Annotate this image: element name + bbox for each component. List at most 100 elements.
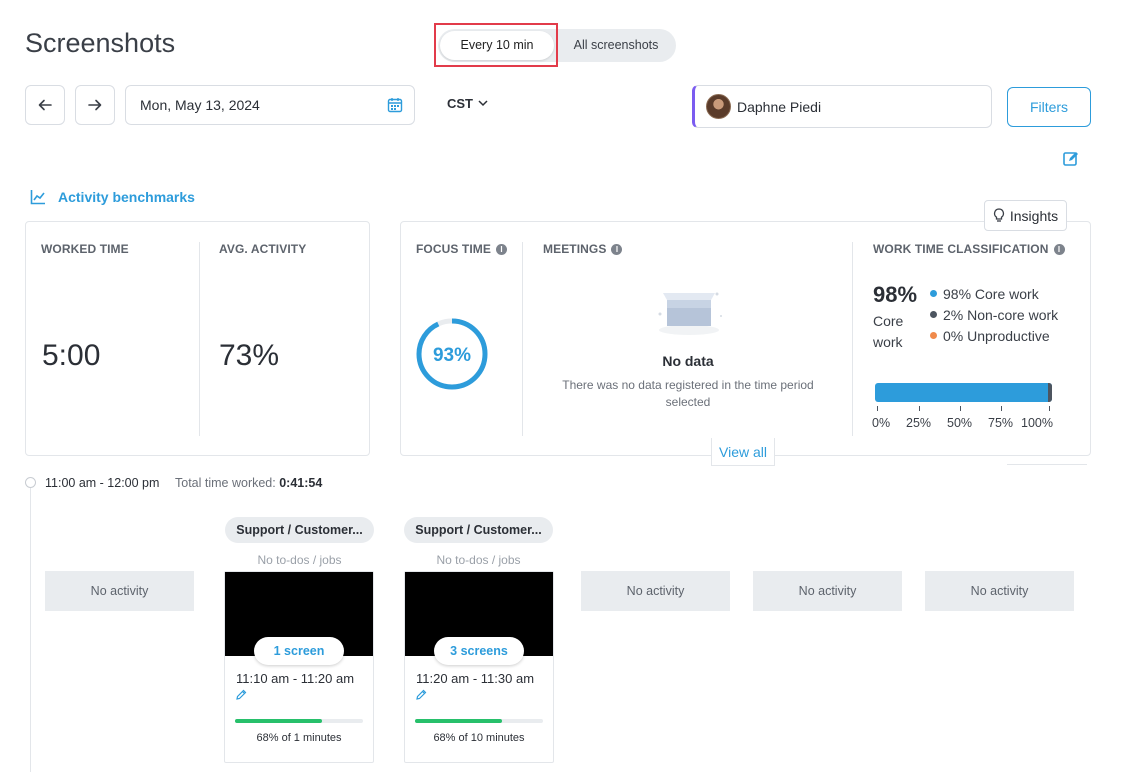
calendar-icon[interactable]	[387, 97, 403, 113]
total-value: 0:41:54	[279, 476, 323, 490]
total-label: Total time worked:	[175, 476, 276, 490]
timeline-range: 11:00 am - 12:00 pm	[45, 476, 160, 490]
todo-text: No to-dos / jobs	[257, 553, 342, 567]
view-all-button[interactable]: View all	[711, 438, 775, 466]
info-icon[interactable]: i	[496, 243, 507, 255]
avatar	[706, 94, 731, 119]
prev-date-button[interactable]	[25, 85, 65, 125]
project-pill[interactable]: Support / Customer...	[404, 517, 553, 543]
legend-item-noncore: 2% Non-core work	[930, 304, 1058, 325]
tick-mark	[960, 406, 961, 411]
tick-mark	[919, 406, 920, 411]
avg-activity-label: AVG. ACTIVITY	[219, 242, 307, 256]
insights-button[interactable]: Insights	[984, 200, 1067, 231]
meetings-label: MEETINGS	[543, 242, 607, 256]
legend-item-core: 98% Core work	[930, 283, 1058, 304]
legend-label: 2% Non-core work	[943, 306, 1059, 323]
meetings-nodata-title: No data	[662, 353, 714, 369]
screens-count-button[interactable]: 3 screens	[434, 637, 524, 665]
legend-dot	[930, 332, 937, 339]
no-activity-slot: No activity	[925, 571, 1074, 611]
legend-label: 98% Core work	[943, 285, 1039, 302]
activity-progress	[235, 719, 363, 723]
project-pill[interactable]: Support / Customer...	[225, 517, 374, 543]
avg-activity-value: 73%	[219, 339, 280, 372]
activity-benchmarks-label: Activity benchmarks	[58, 189, 195, 205]
wtc-pct: 98%	[873, 282, 918, 307]
info-icon[interactable]: i	[1053, 243, 1065, 255]
wtc-header: WORK TIME CLASSIFICATION i	[873, 242, 1065, 256]
legend-dot	[930, 311, 937, 318]
tick-mark	[1049, 406, 1050, 411]
focus-time-pct: 93%	[433, 345, 471, 366]
chevron-down-icon	[478, 100, 488, 107]
wtc-sub-1: Core	[873, 313, 904, 329]
pencil-icon[interactable]	[415, 689, 427, 701]
tick-label: 25%	[906, 416, 932, 430]
page-title: Screenshots	[25, 28, 176, 58]
date-value: Mon, May 13, 2024	[140, 97, 260, 113]
worked-time-value: 5:00	[42, 339, 101, 372]
no-activity-slot: No activity	[753, 571, 902, 611]
no-activity-slot: No activity	[45, 571, 194, 611]
activity-benchmarks-link[interactable]: Activity benchmarks	[30, 189, 195, 205]
edit-icon[interactable]	[1062, 150, 1080, 168]
activity-progress	[415, 719, 543, 723]
activity-text: 68% of 10 minutes	[433, 732, 525, 744]
date-picker[interactable]: Mon, May 13, 2024	[125, 85, 415, 125]
user-select[interactable]: Daphne Piedi	[692, 85, 992, 128]
tick-label: 0%	[872, 416, 891, 430]
arrow-left-icon	[38, 99, 52, 111]
lightbulb-icon	[993, 208, 1004, 222]
worked-time-label: WORKED TIME	[41, 242, 129, 256]
pencil-icon[interactable]	[235, 689, 247, 701]
highlight-box	[434, 23, 558, 67]
focus-time-header: FOCUS TIME i	[416, 242, 507, 256]
timeline-line	[30, 486, 31, 772]
wtc-bar	[875, 383, 1052, 402]
chart-line-icon	[30, 190, 45, 205]
slot-time: 11:10 am - 11:20 am	[236, 671, 355, 686]
divider	[522, 242, 523, 436]
meetings-nodata-sub: There was no data registered in the time…	[562, 378, 814, 409]
next-date-button[interactable]	[75, 85, 115, 125]
activity-text: 68% of 1 minutes	[256, 732, 342, 744]
slot-time: 11:20 am - 11:30 am	[416, 671, 535, 686]
timeline-dot	[25, 477, 36, 488]
insights-label: Insights	[1009, 207, 1059, 224]
filters-button[interactable]: Filters	[1007, 87, 1091, 127]
activity-progress-fill	[235, 719, 323, 723]
divider	[199, 242, 200, 436]
divider	[1007, 464, 1087, 465]
timeline-total: Total time worked: 0:41:54	[175, 476, 322, 490]
wtc-label: WORK TIME CLASSIFICATION	[873, 242, 1049, 256]
tick-mark	[1001, 406, 1002, 411]
divider	[852, 242, 853, 436]
screens-count-button[interactable]: 1 screen	[254, 637, 344, 665]
focus-time-label: FOCUS TIME	[416, 242, 491, 256]
toggle-all-screenshots[interactable]: All screenshots	[560, 29, 672, 62]
legend-item-unproductive: 0% Unproductive	[930, 325, 1058, 346]
screenshot-card: 3 screens 11:20 am - 11:30 am 68% of 10 …	[404, 571, 554, 763]
legend-label: 0% Unproductive	[943, 327, 1050, 344]
info-icon[interactable]: i	[611, 243, 623, 255]
focus-time-donut: 93%	[416, 318, 488, 390]
worked-time-card: WORKED TIME 5:00 AVG. ACTIVITY 73%	[25, 221, 370, 456]
empty-box-icon	[658, 292, 722, 335]
legend-dot	[930, 290, 937, 297]
tick-label: 50%	[947, 416, 973, 430]
no-activity-slot: No activity	[581, 571, 730, 611]
meetings-header: MEETINGS i	[543, 242, 623, 256]
timezone-value: CST	[447, 96, 473, 111]
user-name: Daphne Piedi	[737, 98, 822, 115]
timezone-select[interactable]: CST	[447, 96, 488, 111]
tick-label: 100%	[1021, 416, 1053, 430]
arrow-right-icon	[88, 99, 102, 111]
screenshot-card: 1 screen 11:10 am - 11:20 am 68% of 1 mi…	[224, 571, 374, 763]
activity-progress-fill	[415, 719, 503, 723]
todo-text: No to-dos / jobs	[436, 553, 521, 567]
tick-label: 75%	[988, 416, 1014, 430]
tick-mark	[877, 406, 878, 411]
wtc-bar-noncore	[1048, 383, 1052, 402]
wtc-legend: 98% Core work 2% Non-core work 0% Unprod…	[930, 283, 1058, 346]
